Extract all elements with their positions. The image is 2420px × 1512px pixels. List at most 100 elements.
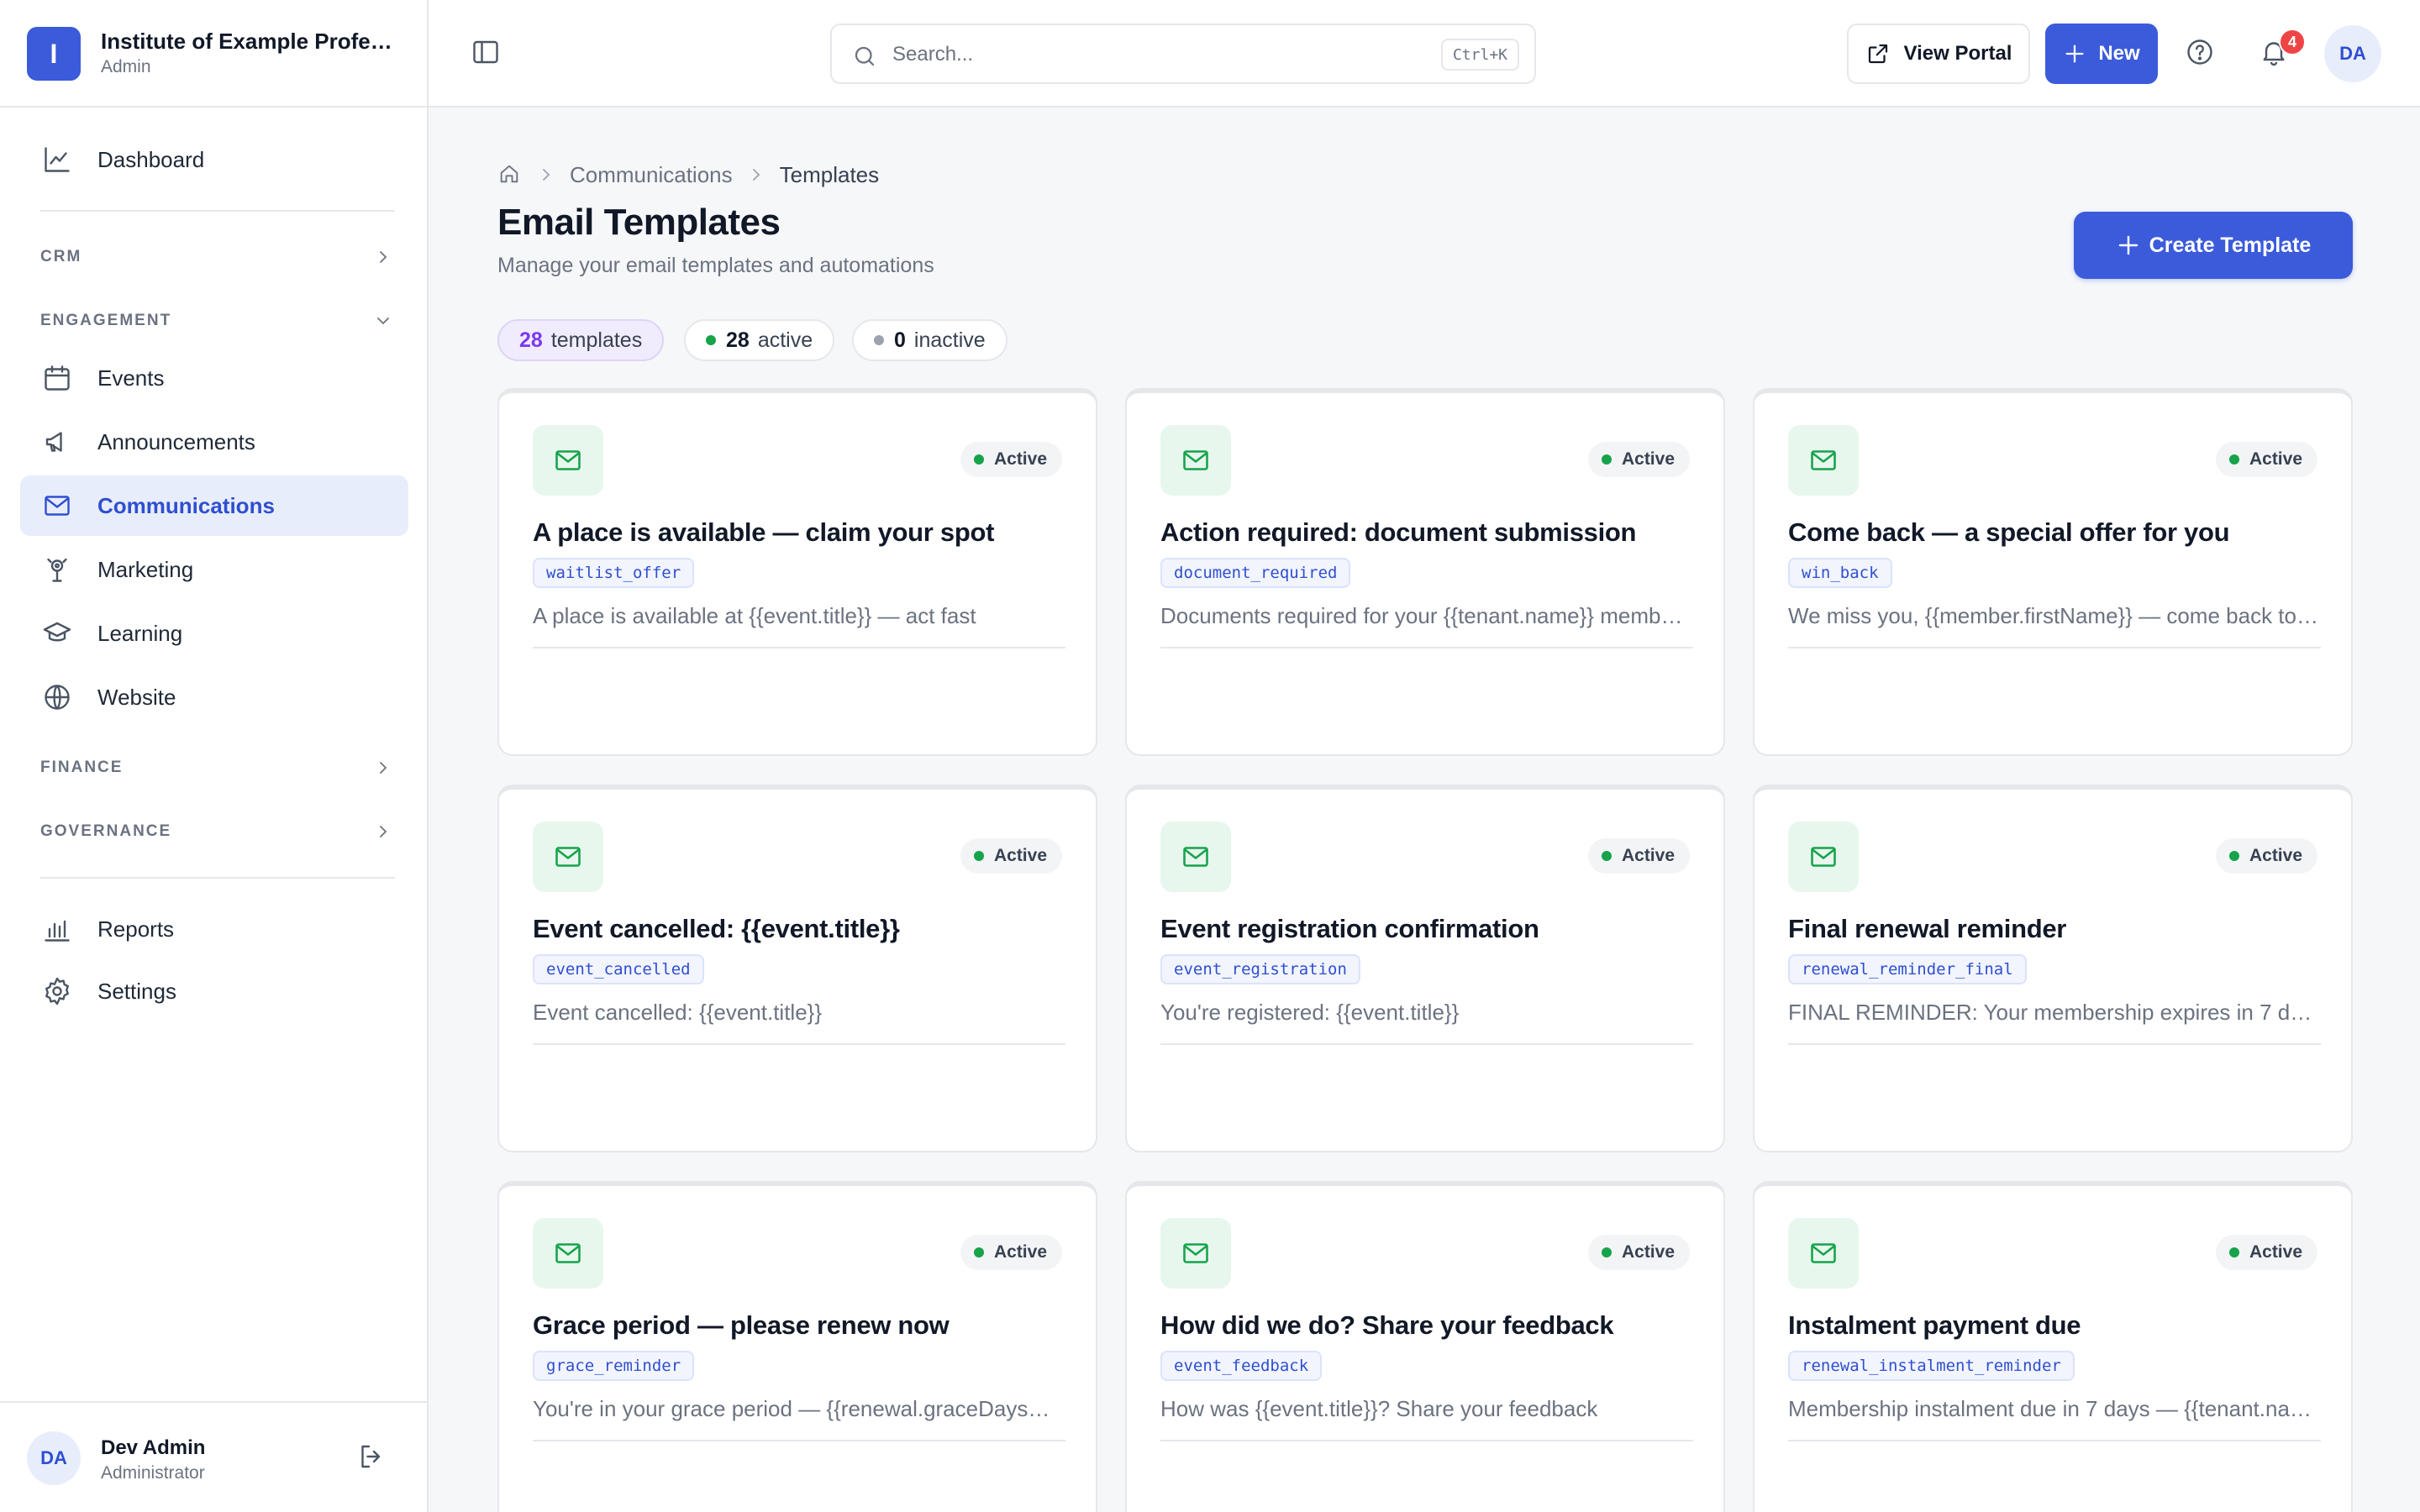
- active-label: active: [757, 328, 813, 352]
- status-dot: [2228, 851, 2239, 861]
- mail-icon: [1788, 1218, 1859, 1289]
- chevron-down-icon: [373, 311, 393, 331]
- template-card[interactable]: Active Grace period — please renew now g…: [497, 1181, 1097, 1512]
- mail-icon: [40, 489, 74, 522]
- status-badge: Active: [1587, 838, 1690, 874]
- template-card[interactable]: Active Come back — a special offer for y…: [1753, 388, 2353, 756]
- active-count: 28: [726, 328, 750, 352]
- sidebar-item-marketing[interactable]: Marketing: [20, 539, 408, 600]
- template-card[interactable]: Active How did we do? Share your feedbac…: [1125, 1181, 1725, 1512]
- template-key: event_cancelled: [533, 954, 704, 984]
- section-finance[interactable]: FINANCE: [40, 751, 393, 785]
- active-count-chip[interactable]: 28 active: [684, 319, 835, 361]
- sidebar-item-reports[interactable]: Reports: [20, 899, 408, 959]
- sidebar-item-dashboard[interactable]: Dashboard: [20, 129, 408, 190]
- help-icon[interactable]: [2185, 37, 2218, 71]
- template-subject: Documents required for your {{tenant.nam…: [1160, 603, 1693, 628]
- view-portal-button[interactable]: View Portal: [1847, 24, 2030, 84]
- template-name: Event registration confirmation: [1160, 914, 1539, 943]
- sidebar-item-events[interactable]: Events: [20, 348, 408, 408]
- notification-badge: 4: [2279, 29, 2306, 55]
- template-subject: You're registered: {{event.title}}: [1160, 1000, 1460, 1025]
- external-link-icon: [1865, 41, 1891, 66]
- new-label: New: [2098, 42, 2140, 65]
- chevron-right-icon: [373, 247, 393, 267]
- section-label: ENGAGEMENT: [40, 312, 172, 329]
- avatar[interactable]: DA: [27, 1431, 81, 1485]
- sidebar-item-communications[interactable]: Communications: [20, 475, 408, 536]
- status-dot: [1601, 851, 1612, 861]
- status-label: Active: [993, 1242, 1047, 1262]
- chevron-right-icon: [536, 165, 556, 185]
- template-name: How did we do? Share your feedback: [1160, 1310, 1614, 1340]
- user-name: Dev Admin: [101, 1436, 206, 1459]
- card-divider: [1160, 647, 1693, 648]
- card-divider: [1160, 1440, 1693, 1441]
- templates-count: 28: [519, 328, 543, 352]
- topbar: Search... Ctrl+K View Portal New 4 DA: [429, 0, 2420, 108]
- card-divider: [1160, 1043, 1693, 1045]
- breadcrumb-current: Templates: [779, 161, 880, 187]
- org-switcher[interactable]: I Institute of Example Professionals Adm…: [0, 0, 427, 108]
- template-name: Grace period — please renew now: [533, 1310, 950, 1340]
- template-card[interactable]: Active A place is available — claim your…: [497, 388, 1097, 756]
- status-badge: Active: [960, 838, 1062, 874]
- card-divider: [1788, 1043, 2321, 1045]
- sidebar-item-settings[interactable]: Settings: [20, 961, 408, 1021]
- avatar[interactable]: DA: [2324, 25, 2381, 82]
- template-subject: Event cancelled: {{event.title}}: [533, 1000, 823, 1025]
- template-subject: How was {{event.title}}? Share your feed…: [1160, 1396, 1598, 1421]
- template-key: renewal_reminder_final: [1788, 954, 2027, 984]
- breadcrumb: Communications Templates: [497, 160, 879, 190]
- template-name: Come back — a special offer for you: [1788, 517, 2230, 547]
- inactive-count: 0: [894, 328, 906, 352]
- section-governance[interactable]: GOVERNANCE: [40, 815, 393, 848]
- status-label: Active: [1621, 846, 1675, 865]
- template-name: Event cancelled: {{event.title}}: [533, 914, 900, 943]
- templates-count-chip[interactable]: 28 templates: [497, 319, 665, 361]
- section-crm[interactable]: CRM: [40, 240, 393, 274]
- status-dot: [973, 1247, 984, 1257]
- globe-icon: [40, 680, 74, 714]
- mail-icon: [533, 1218, 603, 1289]
- section-engagement[interactable]: ENGAGEMENT: [40, 304, 393, 338]
- sidebar-item-label: Events: [97, 365, 165, 391]
- status-label: Active: [2249, 846, 2302, 865]
- templates-label: templates: [550, 328, 643, 352]
- inactive-dot: [874, 335, 884, 345]
- sidebar: I Institute of Example Professionals Adm…: [0, 0, 429, 1512]
- sidebar-item-announcements[interactable]: Announcements: [20, 412, 408, 472]
- search-input[interactable]: Search... Ctrl+K: [830, 24, 1536, 84]
- home-icon[interactable]: [497, 162, 523, 187]
- template-key: document_required: [1160, 558, 1351, 588]
- template-card[interactable]: Active Event cancelled: {{event.title}} …: [497, 785, 1097, 1152]
- card-divider: [533, 647, 1065, 648]
- sidebar-item-label: Communications: [97, 492, 275, 518]
- create-template-button[interactable]: Create Template: [2074, 212, 2353, 279]
- template-card[interactable]: Active Instalment payment due renewal_in…: [1753, 1181, 2353, 1512]
- template-subject: FINAL REMINDER: Your membership expires …: [1788, 1000, 2321, 1025]
- status-badge: Active: [960, 1235, 1062, 1270]
- template-card[interactable]: Active Event registration confirmation e…: [1125, 785, 1725, 1152]
- sidebar-item-website[interactable]: Website: [20, 667, 408, 727]
- breadcrumb-parent[interactable]: Communications: [570, 162, 733, 188]
- status-label: Active: [993, 846, 1047, 865]
- sidebar-item-learning[interactable]: Learning: [20, 603, 408, 664]
- logout-icon[interactable]: [356, 1441, 390, 1475]
- status-badge: Active: [960, 442, 1062, 477]
- template-key: event_registration: [1160, 954, 1360, 984]
- bar-chart-icon: [40, 912, 74, 946]
- template-card[interactable]: Active Final renewal reminder renewal_re…: [1753, 785, 2353, 1152]
- sidebar-toggle-icon[interactable]: [471, 37, 504, 71]
- inactive-count-chip[interactable]: 0 inactive: [852, 319, 1007, 361]
- status-dot: [2228, 1247, 2239, 1257]
- template-subject: You're in your grace period — {{renewal.…: [533, 1396, 1065, 1421]
- status-dot: [1601, 454, 1612, 465]
- new-button[interactable]: New: [2045, 24, 2158, 84]
- status-badge: Active: [2215, 838, 2317, 874]
- create-template-label: Create Template: [2149, 233, 2312, 257]
- status-label: Active: [2249, 1242, 2302, 1262]
- active-dot: [706, 335, 716, 345]
- sidebar-item-label: Settings: [97, 978, 176, 1004]
- template-card[interactable]: Active Action required: document submiss…: [1125, 388, 1725, 756]
